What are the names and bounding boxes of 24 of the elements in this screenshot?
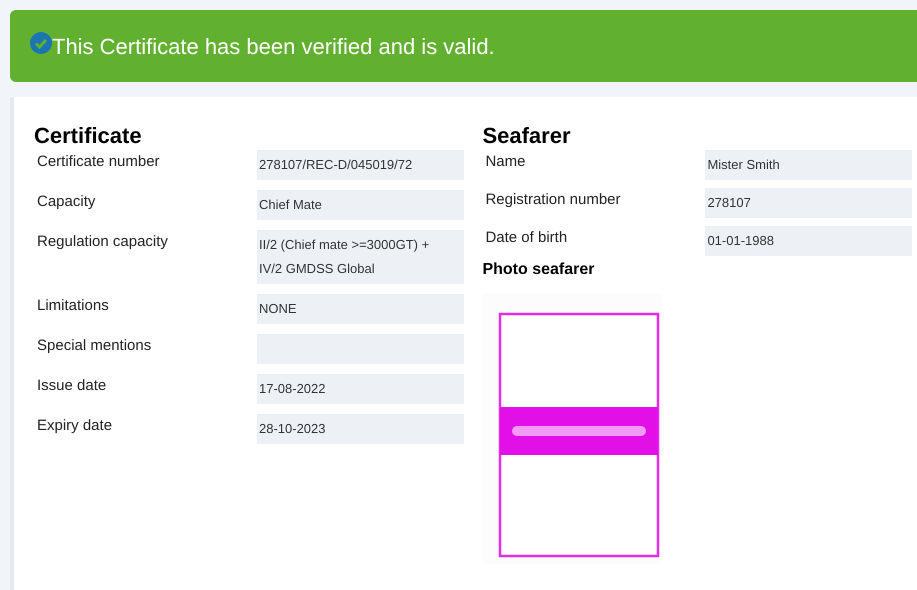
field-value: NONE xyxy=(257,294,464,324)
field-label: Limitations xyxy=(36,296,110,316)
field-value: 278107/REC-D/045019/72 xyxy=(257,150,464,180)
section-heading: Seafarer xyxy=(482,123,572,149)
field-label: Certificate number xyxy=(36,152,161,172)
section-heading: Certificate xyxy=(34,123,143,149)
field-label: Name xyxy=(484,152,526,172)
field-value: Chief Mate xyxy=(257,190,464,220)
field-label: Expiry date xyxy=(36,416,114,436)
field-label: Date of birth xyxy=(484,228,568,248)
field-label: Issue date xyxy=(36,376,108,396)
field-value: II/2 (Chief mate >=3000GT) + IV/2 GMDSS Global xyxy=(257,230,464,284)
check-circle-icon xyxy=(30,32,52,54)
alert-text: This Certificate has been verified and is valid. xyxy=(52,32,495,60)
field-value: 17-08-2022 xyxy=(257,374,464,404)
field-value: 01-01-1988 xyxy=(705,226,912,256)
photo-heading: Photo seafarer xyxy=(482,260,596,280)
field-value: 278107 xyxy=(705,188,912,218)
field-label: Regulation capacity xyxy=(36,232,169,252)
field-label: Capacity xyxy=(36,192,96,212)
field-value: Mister Smith xyxy=(705,150,912,180)
field-value: 28-10-2023 xyxy=(257,414,464,444)
field-label: Special mentions xyxy=(36,336,152,356)
field-label: Registration number xyxy=(484,190,622,210)
